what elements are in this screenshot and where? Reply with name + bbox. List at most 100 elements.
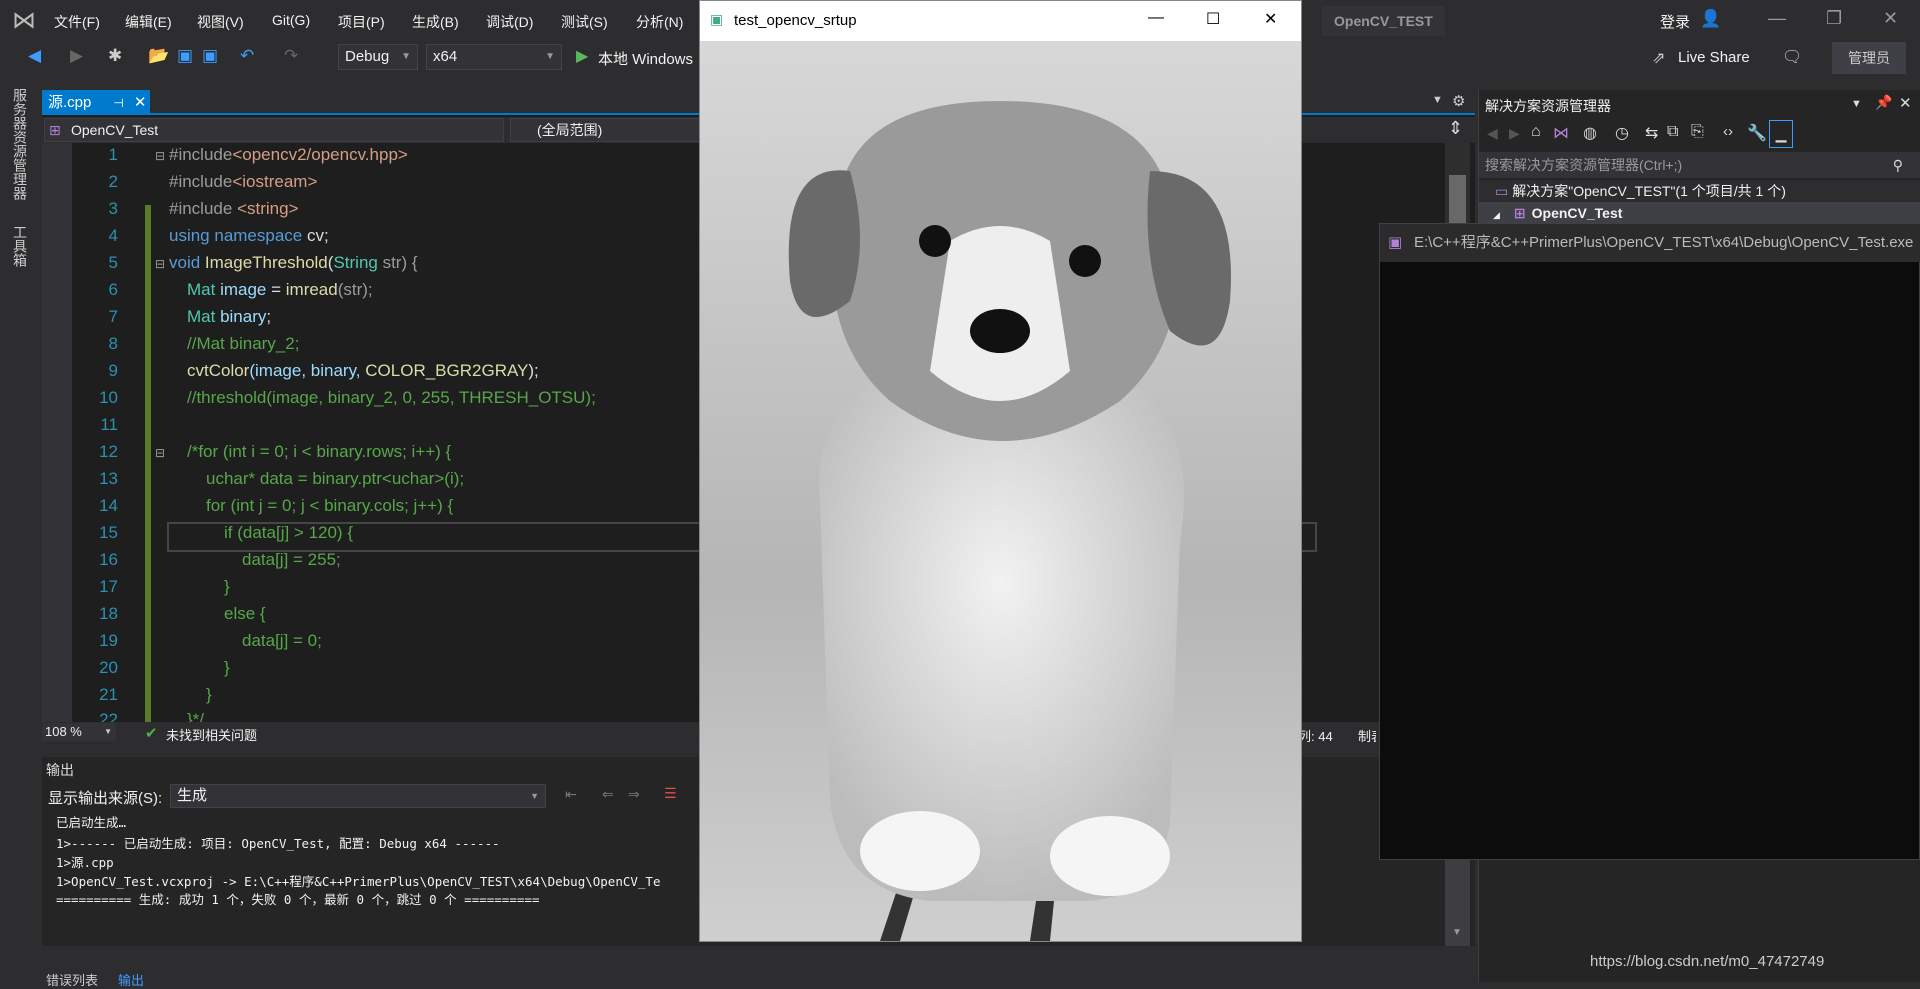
restore-button[interactable]: ❐ [1826, 8, 1842, 29]
expand-icon[interactable]: ◢ [1493, 210, 1500, 220]
solution-tree-item[interactable]: ▭ 解决方案"OpenCV_TEST"(1 个项目/共 1 个) [1479, 180, 1920, 202]
menu-view[interactable]: 视图(V) [197, 12, 244, 32]
puppy-right-paw [1050, 816, 1170, 896]
run-button[interactable]: 本地 Windows [598, 48, 693, 69]
code-line: }*/ [187, 710, 205, 722]
output-source-dropdown[interactable]: 生成 ▼ [170, 784, 546, 808]
collapse-all-icon[interactable]: ⧉ [1667, 123, 1678, 141]
code-token: Mat [187, 280, 221, 299]
maximize-button[interactable]: ☐ [1206, 9, 1220, 29]
undo-icon[interactable]: ↶ [240, 46, 254, 66]
save-icon[interactable]: ▣ [177, 46, 193, 66]
chevron-down-icon: ▼ [104, 727, 112, 736]
next-message-icon[interactable]: ⇒ [628, 786, 640, 803]
check-circle-icon: ✔ [145, 725, 158, 742]
sign-in-link[interactable]: 登录 [1660, 11, 1690, 32]
column-indicator: 列: 44 [1298, 729, 1333, 744]
tab-indicator[interactable]: 制表 [1358, 726, 1376, 745]
tab-output[interactable]: 输出 [118, 970, 144, 989]
tab-list-dropdown-icon[interactable]: ▼ [1432, 94, 1443, 106]
back-icon[interactable]: ◀ [1487, 125, 1498, 142]
configuration-dropdown[interactable]: Debug ▼ [338, 44, 418, 70]
forward-icon[interactable]: ▶ [70, 46, 83, 66]
open-folder-icon[interactable]: 📂 [148, 46, 169, 66]
image-window[interactable]: ▣ test_opencv_srtup — ☐ ✕ [699, 0, 1302, 942]
properties-wrench-icon[interactable]: 🔧 [1747, 123, 1767, 143]
solution-explorer-toolbar: ◀ ▶ ⌂ ⋈ ◍ ◷ ⇆ ⧉ ⎘ ‹› 🔧 ▁ [1479, 120, 1920, 150]
issues-status[interactable]: 未找到相关问题 [166, 725, 257, 744]
collapse-icon[interactable]: ⊟ [155, 446, 165, 460]
close-tab-icon[interactable]: ✕ [134, 94, 147, 111]
line-number: 5 [108, 253, 118, 272]
menu-project[interactable]: 项目(P) [338, 12, 385, 32]
redo-icon[interactable]: ↷ [284, 46, 298, 66]
new-item-icon[interactable]: ✱ [108, 46, 122, 66]
solution-search-input[interactable]: 搜索解决方案资源管理器(Ctrl+;) ⚲ [1479, 152, 1920, 178]
go-to-line-icon[interactable]: ⇤ [565, 786, 577, 803]
console-window[interactable]: ▣ E:\C++程序&C++PrimerPlus\OpenCV_TEST\x64\… [1379, 223, 1920, 860]
collapse-icon[interactable]: ⊟ [155, 257, 165, 271]
scroll-down-icon[interactable]: ▼ [1452, 927, 1462, 938]
minimize-button[interactable]: — [1148, 9, 1164, 27]
forward-icon[interactable]: ▶ [1509, 125, 1520, 142]
code-line: cvtColor(image, binary, COLOR_BGR2GRAY); [187, 361, 539, 381]
play-icon[interactable]: ▶ [576, 46, 588, 66]
code-line: #include<iostream> [169, 172, 317, 192]
menu-build[interactable]: 生成(B) [412, 12, 459, 32]
line-number: 21 [99, 685, 118, 704]
show-all-files-icon[interactable]: ⎘ [1691, 123, 1704, 141]
toolbox-tab[interactable]: 工具箱 [10, 225, 30, 267]
platform-dropdown[interactable]: x64 ▼ [426, 44, 562, 70]
close-button[interactable]: ✕ [1264, 9, 1277, 29]
panel-menu-icon[interactable]: ▼ [1851, 98, 1862, 110]
code-token: ; [266, 307, 272, 326]
collapse-icon[interactable]: ⊟ [155, 149, 165, 163]
puppy-left-eye [919, 225, 951, 257]
server-explorer-tab[interactable]: 服务器资源管理器 [10, 88, 30, 200]
tab-error-list[interactable]: 错误列表 [46, 970, 98, 989]
menu-analyze[interactable]: 分析(N) [636, 12, 683, 32]
split-editor-icon[interactable]: ⇕ [1448, 118, 1463, 139]
menu-file[interactable]: 文件(F) [54, 12, 100, 32]
switch-views-icon[interactable]: ⋈ [1553, 123, 1569, 143]
pin-icon[interactable]: 📌 [1875, 94, 1892, 111]
gear-icon[interactable]: ⚙ [1452, 92, 1465, 110]
menu-git[interactable]: Git(G) [272, 12, 310, 28]
minimize-button[interactable]: — [1768, 8, 1786, 29]
globe-icon[interactable]: ◍ [1583, 123, 1597, 143]
feedback-icon[interactable]: 🗨 [1782, 47, 1802, 67]
back-icon[interactable]: ◀ [28, 46, 41, 66]
console-title-bar[interactable]: ▣ E:\C++程序&C++PrimerPlus\OpenCV_TEST\x64\… [1380, 224, 1920, 262]
line-number: 22 [99, 710, 118, 722]
menu-test[interactable]: 测试(S) [561, 12, 608, 32]
view-code-icon[interactable]: ‹› [1723, 123, 1733, 140]
project-combo[interactable]: ⊞ OpenCV_Test [44, 118, 504, 142]
search-icon[interactable]: ⚲ [1893, 152, 1903, 178]
pending-changes-icon[interactable]: ◷ [1615, 123, 1629, 143]
menu-edit[interactable]: 编辑(E) [125, 12, 172, 32]
close-button[interactable]: ✕ [1883, 8, 1898, 29]
preview-selected-icon[interactable]: ▁ [1769, 120, 1793, 148]
output-horizontal-scrollbar[interactable] [42, 946, 1475, 968]
clear-all-icon[interactable]: ☰ [664, 785, 677, 802]
add-user-icon[interactable]: 👤 [1700, 9, 1721, 29]
zoom-dropdown[interactable]: 108 % ▼ [42, 723, 116, 741]
code-token: <string> [237, 199, 299, 218]
tab-source-cpp[interactable]: 源.cpp ⊣ ✕ [42, 90, 150, 115]
pin-icon[interactable]: ⊣ [113, 96, 123, 110]
project-tree-item[interactable]: ◢ ⊞ OpenCV_Test [1479, 202, 1920, 224]
code-token: #include [169, 145, 233, 164]
save-all-icon[interactable]: ▣ [202, 46, 218, 66]
live-share-button[interactable]: Live Share [1678, 49, 1750, 66]
image-window-title-bar[interactable]: ▣ test_opencv_srtup — ☐ ✕ [700, 1, 1301, 41]
line-number: 8 [108, 334, 118, 353]
close-panel-icon[interactable]: ✕ [1899, 94, 1912, 112]
previous-message-icon[interactable]: ⇐ [602, 786, 614, 803]
home-icon[interactable]: ⌂ [1531, 123, 1541, 141]
menu-debug[interactable]: 调试(D) [486, 12, 533, 32]
line-number: 19 [99, 631, 118, 650]
code-line: #include<opencv2/opencv.hpp> [169, 145, 408, 165]
sync-icon[interactable]: ⇆ [1645, 123, 1658, 143]
scope-combo-value: (全局范围) [537, 122, 603, 138]
solution-name-badge: OpenCV_TEST [1322, 6, 1445, 36]
